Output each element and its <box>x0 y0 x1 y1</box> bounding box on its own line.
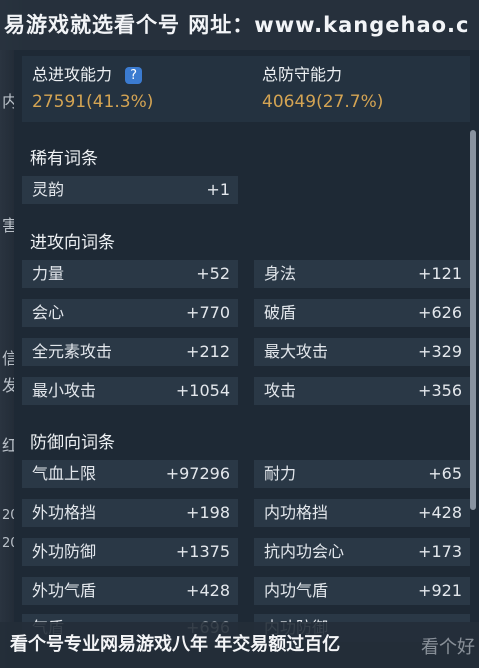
stat-name: 破盾 <box>264 303 297 322</box>
defense-summary: 总防守能力 40649(27.7%) <box>262 62 383 116</box>
stat-value: +1054 <box>175 381 230 400</box>
attack-label-row: 总进攻能力 ? <box>32 62 153 88</box>
stat-value: +626 <box>418 303 462 322</box>
stat-name: 攻击 <box>264 381 297 400</box>
stat-row: 气血上限 +97296 <box>22 460 238 488</box>
help-icon[interactable]: ? <box>125 67 143 84</box>
stat-row: 外功格挡 +198 <box>22 499 238 527</box>
stat-name: 会心 <box>32 303 65 322</box>
stat-value: +428 <box>418 503 462 522</box>
stat-row: 会心 +770 <box>22 299 238 327</box>
stat-name: 最大攻击 <box>264 342 329 361</box>
stat-row: 内功气盾 +921 <box>254 577 470 605</box>
stat-value: +428 <box>186 581 230 600</box>
stat-value: +356 <box>418 381 462 400</box>
stat-name: 身法 <box>264 264 297 283</box>
section-title-defense: 防御向词条 <box>30 433 115 453</box>
stat-value: +212 <box>186 342 230 361</box>
stat-row: 攻击 +356 <box>254 377 470 405</box>
defense-value: 40649(27.7%) <box>262 92 384 112</box>
watermark-top-banner: 易游戏就选看个号 网址：www.kangehao.c <box>0 0 479 50</box>
stat-row: 外功防御 +1375 <box>22 538 238 566</box>
attack-summary: 总进攻能力 ? 27591(41.3%) <box>32 62 153 116</box>
stat-value: +921 <box>418 581 462 600</box>
stat-name: 气血上限 <box>32 464 97 483</box>
stat-value: +770 <box>186 303 230 322</box>
stat-name: 外功气盾 <box>32 581 97 600</box>
stat-row: 内功格挡 +428 <box>254 499 470 527</box>
stat-name: 耐力 <box>264 464 297 483</box>
stat-name: 内功格挡 <box>264 503 329 522</box>
stat-row: 灵韵 +1 <box>22 176 238 204</box>
stat-value: +65 <box>428 464 462 483</box>
stat-row: 外功气盾 +428 <box>22 577 238 605</box>
attack-value: 27591(41.3%) <box>32 92 154 112</box>
stat-name: 最小攻击 <box>32 381 97 400</box>
stat-value: +121 <box>418 264 462 283</box>
stat-value: +329 <box>418 342 462 361</box>
section-title-rare: 稀有词条 <box>30 149 98 169</box>
stat-row: 耐力 +65 <box>254 460 470 488</box>
stat-value: +52 <box>196 264 230 283</box>
stat-value: +173 <box>418 542 462 561</box>
stat-row: 抗内功会心 +173 <box>254 538 470 566</box>
stat-row: 破盾 +626 <box>254 299 470 327</box>
stat-value: +1 <box>206 180 230 199</box>
stat-row: 身法 +121 <box>254 260 470 288</box>
watermark-logo: 看个好 <box>421 637 475 658</box>
stat-row: 全元素攻击 +212 <box>22 338 238 366</box>
stat-row: 最小攻击 +1054 <box>22 377 238 405</box>
stat-row: 力量 +52 <box>22 260 238 288</box>
scrollbar[interactable] <box>470 130 476 510</box>
stat-value: +198 <box>186 503 230 522</box>
section-title-attack: 进攻向词条 <box>30 233 115 253</box>
stat-value: +97296 <box>165 464 230 483</box>
stat-name: 外功防御 <box>32 542 97 561</box>
attack-label: 总进攻能力 <box>32 65 113 84</box>
stat-name: 外功格挡 <box>32 503 97 522</box>
stat-name: 灵韵 <box>32 180 65 199</box>
defense-label: 总防守能力 <box>262 65 343 84</box>
stat-name: 内功气盾 <box>264 581 329 600</box>
ability-summary: 总进攻能力 ? 27591(41.3%) 总防守能力 40649(27.7%) <box>22 56 470 122</box>
stat-name: 力量 <box>32 264 65 283</box>
stat-name: 全元素攻击 <box>32 342 113 361</box>
stat-name: 抗内功会心 <box>264 542 345 561</box>
stat-value: +1375 <box>175 542 230 561</box>
stat-row: 最大攻击 +329 <box>254 338 470 366</box>
